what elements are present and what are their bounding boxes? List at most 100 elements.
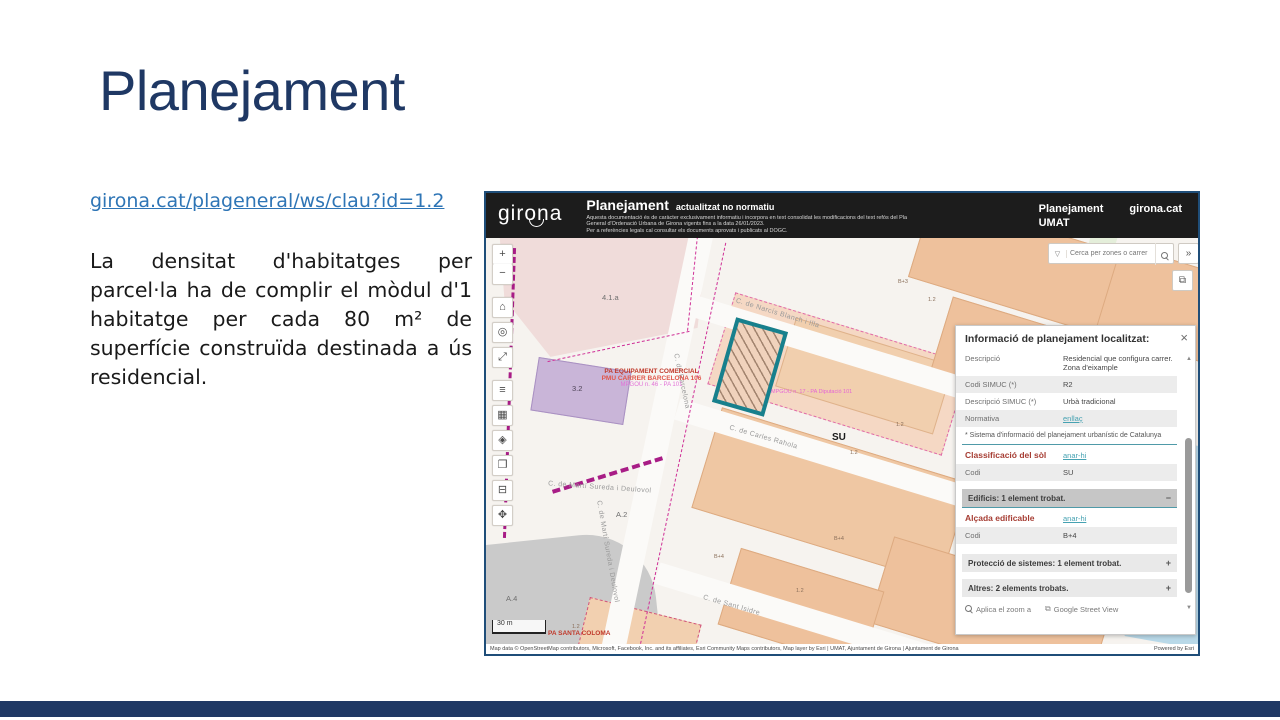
info-panel-body: Descripció Residencial que configura car… [956, 350, 1195, 621]
zone-label-a2: A.2 [616, 510, 627, 519]
attribute-label: Normativa [965, 414, 1063, 423]
compare-maps-button[interactable]: ⧉ [1172, 270, 1193, 291]
plan-label-pa-santa-coloma: PA SANTA COLOMA [548, 630, 610, 637]
close-icon[interactable]: × [1180, 330, 1188, 345]
zoom-to-icon [965, 605, 973, 613]
lot-label: 1.2 [850, 450, 858, 456]
zoom-out-button[interactable]: − [492, 264, 513, 285]
alcada-title: Alçada edificable [965, 513, 1063, 523]
layers-button[interactable]: ◈ [492, 430, 513, 451]
scale-bar: 30 m [492, 620, 546, 634]
proteccio-accordion[interactable]: Protecció de sistemes: 1 element trobat.… [962, 554, 1177, 572]
viewer-header-right: Planejament UMAT girona.cat [1039, 203, 1198, 229]
page-title: Planejament [99, 58, 405, 123]
zoom-in-button[interactable]: + [492, 244, 513, 265]
lot-label: 1.2 [796, 588, 804, 594]
lot-label: B+3 [898, 279, 908, 285]
plan-label-pmu: PMU CARRER BARCELONA 106 [564, 375, 739, 382]
viewer-app-subtitle: actualitzat no normatiu [676, 202, 775, 212]
plan-label-stack: PA EQUIPAMENT COMERCIAL PMU CARRER BARCE… [564, 368, 739, 388]
powered-by-esri: Powered by Esri [1154, 646, 1194, 652]
attribute-value: Urbà tradicional [1063, 397, 1177, 406]
zone-label-41a: 4.1.a [602, 293, 619, 302]
attribution-text: Map data © OpenStreetMap contributors, M… [490, 646, 959, 652]
street-view-action[interactable]: ⧉Google Street View [1045, 604, 1118, 614]
expand-tools-button[interactable]: » [1178, 243, 1198, 264]
attribute-label: Descripció [965, 354, 1063, 372]
normativa-link[interactable]: enllaç [1063, 414, 1177, 423]
slide-footer-bar [0, 701, 1280, 717]
viewer-org-name: UMAT [1039, 217, 1104, 229]
attribute-value: R2 [1063, 380, 1177, 389]
lot-label: 1.2 [928, 297, 936, 303]
search-box: ▽ [1048, 243, 1174, 264]
map-toolbar: + − ⌂ ◎ ⤢ ≡ ▦ ◈ ❐ ⊟ ✥ [492, 244, 513, 526]
attribute-label: Codi [965, 468, 1063, 477]
attribute-row: Codi B+4 [956, 527, 1177, 544]
zone-label-a4: A.4 [506, 594, 517, 603]
lot-label: B+4 [834, 536, 844, 542]
proteccio-header: Protecció de sistemes: 1 element trobat. [968, 559, 1121, 568]
panel-footnote: * Sistema d'informació del planejament u… [956, 427, 1179, 444]
panel-actions: Aplica el zoom a ⧉Google Street View [956, 597, 1179, 621]
search-input[interactable] [1067, 250, 1155, 257]
panel-scroll-down-icon[interactable]: ▼ [1186, 605, 1192, 611]
attribute-row: Descripció Residencial que configura car… [956, 350, 1177, 376]
edificis-header: Edificis: 1 element trobat. [968, 494, 1065, 503]
presentation-slide: Planejament girona.cat/plageneral/ws/cla… [0, 0, 1280, 720]
viewer-disclaimer-line2: Girona vigents fins a la data 26/01/2023… [666, 221, 765, 227]
panel-scrollbar-thumb[interactable] [1185, 438, 1192, 593]
panel-scroll-up-icon[interactable]: ▲ [1186, 356, 1192, 362]
attribute-label: Descripció SIMUC (*) [965, 397, 1063, 406]
attribute-value: B+4 [1063, 531, 1177, 540]
expand-icon[interactable]: + [1166, 583, 1171, 593]
search-icon[interactable] [1155, 243, 1173, 265]
apply-zoom-action[interactable]: Aplica el zoom a [965, 605, 1031, 614]
viewer-site-label: girona.cat [1129, 203, 1182, 215]
attribute-row: Codi SIMUC (*) R2 [956, 376, 1177, 393]
zone-label-su: SU [832, 432, 846, 443]
viewer-org-title: Planejament [1039, 203, 1104, 215]
altres-accordion[interactable]: Altres: 2 elements trobats. + [962, 579, 1177, 597]
attribute-value: SU [1063, 468, 1177, 477]
info-panel-title: Informació de planejament localitzat: [956, 326, 1195, 350]
attribute-row: Normativa enllaç [956, 410, 1177, 427]
source-link[interactable]: girona.cat/plageneral/ws/clau?id=1.2 [90, 190, 444, 212]
classificacio-goto-link[interactable]: anar-hi [1063, 451, 1086, 460]
viewer-header-middle: Planejament actualitzat no normatiu Aque… [586, 197, 916, 235]
basemap-button[interactable]: ▦ [492, 405, 513, 426]
attribute-label: Codi SIMUC (*) [965, 380, 1063, 389]
alcada-section: Alçada edificable anar-hi [956, 508, 1179, 527]
collapse-icon[interactable]: − [1166, 493, 1171, 503]
attribute-row: Codi SU [956, 464, 1177, 481]
girona-logo: girona [486, 202, 574, 230]
locate-button[interactable]: ◎ [492, 322, 513, 343]
print-button[interactable]: ❐ [492, 455, 513, 476]
info-panel: Informació de planejament localitzat: × … [955, 325, 1196, 635]
plan-label-mpgou17: MPGOU n. 17 - PA Diputació 101 [771, 389, 852, 395]
attribute-row: Descripció SIMUC (*) Urbà tradicional [956, 393, 1177, 410]
plan-label-mpgou46: MPGOU n. 46 - PA 101 [564, 382, 739, 388]
edificis-accordion[interactable]: Edificis: 1 element trobat. − [962, 489, 1177, 507]
home-button[interactable]: ⌂ [492, 297, 513, 318]
viewer-header: girona Planejament actualitzat no normat… [486, 193, 1198, 238]
alcada-goto-link[interactable]: anar-hi [1063, 514, 1086, 523]
lot-label: B+4 [714, 554, 724, 560]
legend-button[interactable]: ≡ [492, 380, 513, 401]
extent-button[interactable]: ⤢ [492, 347, 513, 368]
lot-label: 1.2 [896, 422, 904, 428]
search-dropdown-icon[interactable]: ▽ [1049, 250, 1067, 258]
street-view-icon: ⧉ [1045, 604, 1051, 614]
map-attribution: Map data © OpenStreetMap contributors, M… [486, 644, 1198, 654]
attribute-value: Residencial que configura carrer. Zona d… [1063, 354, 1177, 372]
pan-button[interactable]: ✥ [492, 505, 513, 526]
altres-header: Altres: 2 elements trobats. [968, 584, 1068, 593]
map-viewer-screenshot: girona Planejament actualitzat no normat… [484, 191, 1200, 656]
viewer-disclaimer-line3: Per a referències legals cal consultar e… [586, 228, 787, 234]
classificacio-section: Classificació del sòl anar-hi [956, 445, 1179, 464]
expand-icon[interactable]: + [1166, 558, 1171, 568]
plan-label-pa-equipament: PA EQUIPAMENT COMERCIAL [564, 368, 739, 375]
measure-button[interactable]: ⊟ [492, 480, 513, 501]
map-canvas[interactable]: 4.1.a 3.2 A.2 A.4 SU PA EQUIPAMENT COMER… [486, 238, 1198, 644]
body-text: La densitat d'habitatges per parcel·la h… [90, 247, 472, 392]
